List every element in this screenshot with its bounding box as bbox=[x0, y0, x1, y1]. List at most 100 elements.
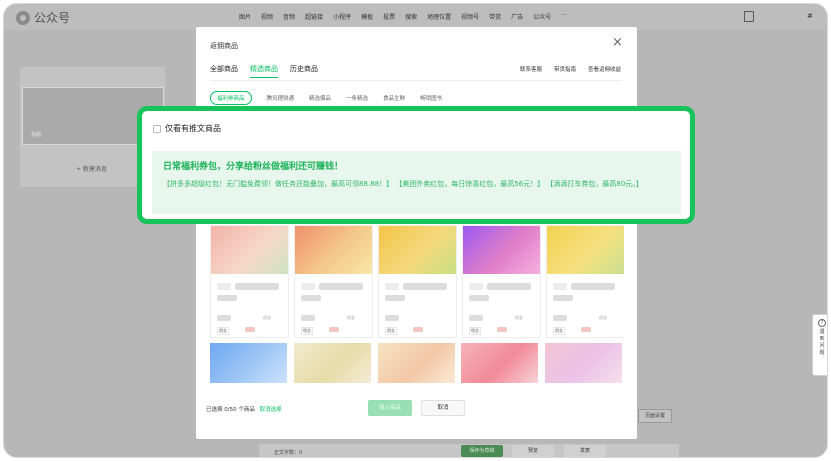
filter-checkbox-row[interactable]: 仅看有推文商品 bbox=[153, 123, 221, 134]
dialog-link[interactable]: 带货指南 bbox=[554, 65, 576, 73]
product-image bbox=[211, 226, 288, 274]
product-grid: 佣金 佣金 佣金 佣金 佣金 佣金 佣金 佣金 佣金 bbox=[210, 225, 624, 385]
commission-tag: 佣金 bbox=[217, 327, 229, 335]
insert-product-button[interactable]: 插入商品 bbox=[368, 400, 412, 416]
toolbar-item[interactable]: 音频 bbox=[283, 12, 295, 21]
category-chips: 福利券商品 腾讯理财通 精选爆品 一条精选 食品生鲜 畅销图书 bbox=[210, 91, 442, 105]
wechat-logo-icon bbox=[16, 10, 30, 25]
commission-tag: 佣金 bbox=[385, 327, 397, 335]
skeleton-line bbox=[329, 327, 339, 332]
toolbar-item[interactable]: 模板 bbox=[361, 12, 373, 21]
product-dialog: 返佣商品 × 全部商品 精选商品 历史商品 联系客服 带货指南 查看返佣收益 福利券商品… bbox=[196, 27, 637, 439]
help-widget[interactable]: ? 遇到问题 bbox=[812, 314, 827, 376]
category-chip[interactable]: 腾讯理财通 bbox=[267, 94, 295, 102]
product-image bbox=[293, 343, 371, 383]
page-settings-button[interactable]: 页面设置 bbox=[638, 409, 672, 423]
close-icon[interactable]: × bbox=[612, 36, 623, 49]
category-chip[interactable]: 畅销图书 bbox=[420, 94, 442, 102]
skeleton-line bbox=[217, 295, 237, 301]
dialog-link[interactable]: 查看返佣收益 bbox=[588, 65, 621, 73]
document-icon[interactable] bbox=[744, 11, 754, 22]
product-image bbox=[295, 226, 372, 274]
selection-count: 已选择 0/50 个商品 bbox=[206, 407, 255, 413]
deselect-link[interactable]: 取消选择 bbox=[260, 407, 282, 413]
product-image bbox=[461, 343, 539, 383]
skeleton-line bbox=[385, 315, 399, 321]
help-label: 遇到问题 bbox=[819, 329, 825, 356]
commission-label: 佣金 bbox=[515, 315, 523, 320]
highlight-callout: 仅看有推文商品 日常福利券包，分享给粉丝做福利还可赚钱！ 【拼多多超级红包！无门… bbox=[137, 106, 695, 224]
selection-info: 已选择 0/50 个商品 取消选择 bbox=[206, 405, 282, 413]
commission-tag: 佣金 bbox=[301, 327, 313, 335]
dialog-link[interactable]: 联系客服 bbox=[520, 65, 542, 73]
skeleton-line bbox=[385, 283, 399, 290]
toolbar-item[interactable]: 公众号 bbox=[533, 12, 551, 21]
new-message-button[interactable]: + 新建消息 bbox=[76, 164, 107, 173]
product-card[interactable]: 佣金 佣金 bbox=[546, 225, 624, 338]
product-card[interactable]: 佣金 佣金 bbox=[210, 225, 289, 338]
cancel-button[interactable]: 取消 bbox=[421, 400, 465, 416]
skeleton-line bbox=[571, 283, 615, 290]
product-image bbox=[547, 226, 624, 274]
toolbar-item[interactable]: 广告 bbox=[511, 12, 523, 21]
category-chip[interactable]: 精选爆品 bbox=[309, 94, 331, 102]
product-card[interactable] bbox=[293, 343, 373, 383]
toolbar-item[interactable]: 视频号 bbox=[461, 12, 479, 21]
skeleton-line bbox=[553, 283, 567, 290]
checkbox-icon[interactable] bbox=[153, 124, 161, 133]
skeleton-line bbox=[301, 315, 315, 321]
product-card[interactable] bbox=[545, 343, 624, 383]
skeleton-line bbox=[469, 315, 483, 321]
dialog-links: 联系客服 带货指南 查看返佣收益 bbox=[520, 65, 621, 73]
skeleton-line bbox=[469, 295, 489, 301]
commission-label: 佣金 bbox=[599, 315, 607, 320]
tab-item[interactable]: 全部商品 bbox=[210, 64, 238, 78]
skeleton-line bbox=[217, 315, 231, 321]
toolbar-item[interactable]: 图片 bbox=[239, 12, 251, 21]
product-card[interactable]: 佣金 佣金 bbox=[294, 225, 373, 338]
question-icon: ? bbox=[818, 319, 826, 327]
more-icon[interactable]: ··· bbox=[561, 12, 567, 21]
toolbar-item[interactable]: 视频 bbox=[261, 12, 273, 21]
dialog-title: 返佣商品 bbox=[210, 42, 238, 50]
skeleton-line bbox=[553, 315, 567, 321]
skeleton-line bbox=[301, 295, 321, 301]
toolbar-item[interactable]: 超链接 bbox=[305, 12, 323, 21]
app-name: 公众号 bbox=[34, 11, 71, 25]
product-image bbox=[377, 343, 455, 383]
app-logo[interactable]: 公众号 bbox=[16, 9, 70, 26]
skeleton-line bbox=[301, 283, 315, 290]
hash-icon[interactable]: # bbox=[807, 12, 813, 20]
tab-item[interactable]: 精选商品 bbox=[250, 64, 278, 78]
toolbar-item[interactable]: 投票 bbox=[383, 12, 395, 21]
divider bbox=[210, 80, 622, 81]
skeleton-line bbox=[217, 283, 231, 290]
toolbar-item[interactable]: 小程序 bbox=[333, 12, 351, 21]
product-card[interactable] bbox=[461, 343, 541, 383]
product-card[interactable]: 佣金 佣金 bbox=[462, 225, 541, 338]
word-count: 正文字数：0 bbox=[274, 450, 303, 456]
banner-description: 【拼多多超级红包！无门槛免费领！做任务还能叠加，最高可领88.88！】 【美团外… bbox=[163, 180, 643, 188]
publish-button[interactable]: 发表 bbox=[564, 445, 606, 457]
toolbar-item[interactable]: 搜索 bbox=[405, 12, 417, 21]
product-image bbox=[379, 226, 456, 274]
article-card-title: 标题 bbox=[31, 132, 42, 138]
commission-tag: 佣金 bbox=[553, 327, 565, 335]
category-chip[interactable]: 食品生鲜 bbox=[383, 94, 405, 102]
skeleton-line bbox=[385, 295, 405, 301]
insert-toolbar: 图片 视频 音频 超链接 小程序 模板 投票 搜索 地理位置 视频号 带货 广告 公众号 ··· bbox=[239, 12, 567, 21]
preview-button[interactable]: 预览 bbox=[512, 445, 554, 457]
product-card[interactable] bbox=[377, 343, 457, 383]
tab-item[interactable]: 历史商品 bbox=[290, 64, 318, 78]
product-image bbox=[210, 343, 287, 383]
save-draft-button[interactable]: 保存为草稿 bbox=[461, 445, 503, 457]
commission-tag: 佣金 bbox=[469, 327, 481, 335]
category-chip[interactable]: 一条精选 bbox=[346, 94, 368, 102]
product-card[interactable] bbox=[210, 343, 289, 383]
commission-label: 佣金 bbox=[263, 315, 271, 320]
skeleton-line bbox=[403, 283, 447, 290]
toolbar-item[interactable]: 地理位置 bbox=[427, 12, 451, 21]
toolbar-item[interactable]: 带货 bbox=[489, 12, 501, 21]
product-card[interactable]: 佣金 bbox=[378, 225, 457, 338]
category-chip[interactable]: 福利券商品 bbox=[210, 91, 252, 105]
